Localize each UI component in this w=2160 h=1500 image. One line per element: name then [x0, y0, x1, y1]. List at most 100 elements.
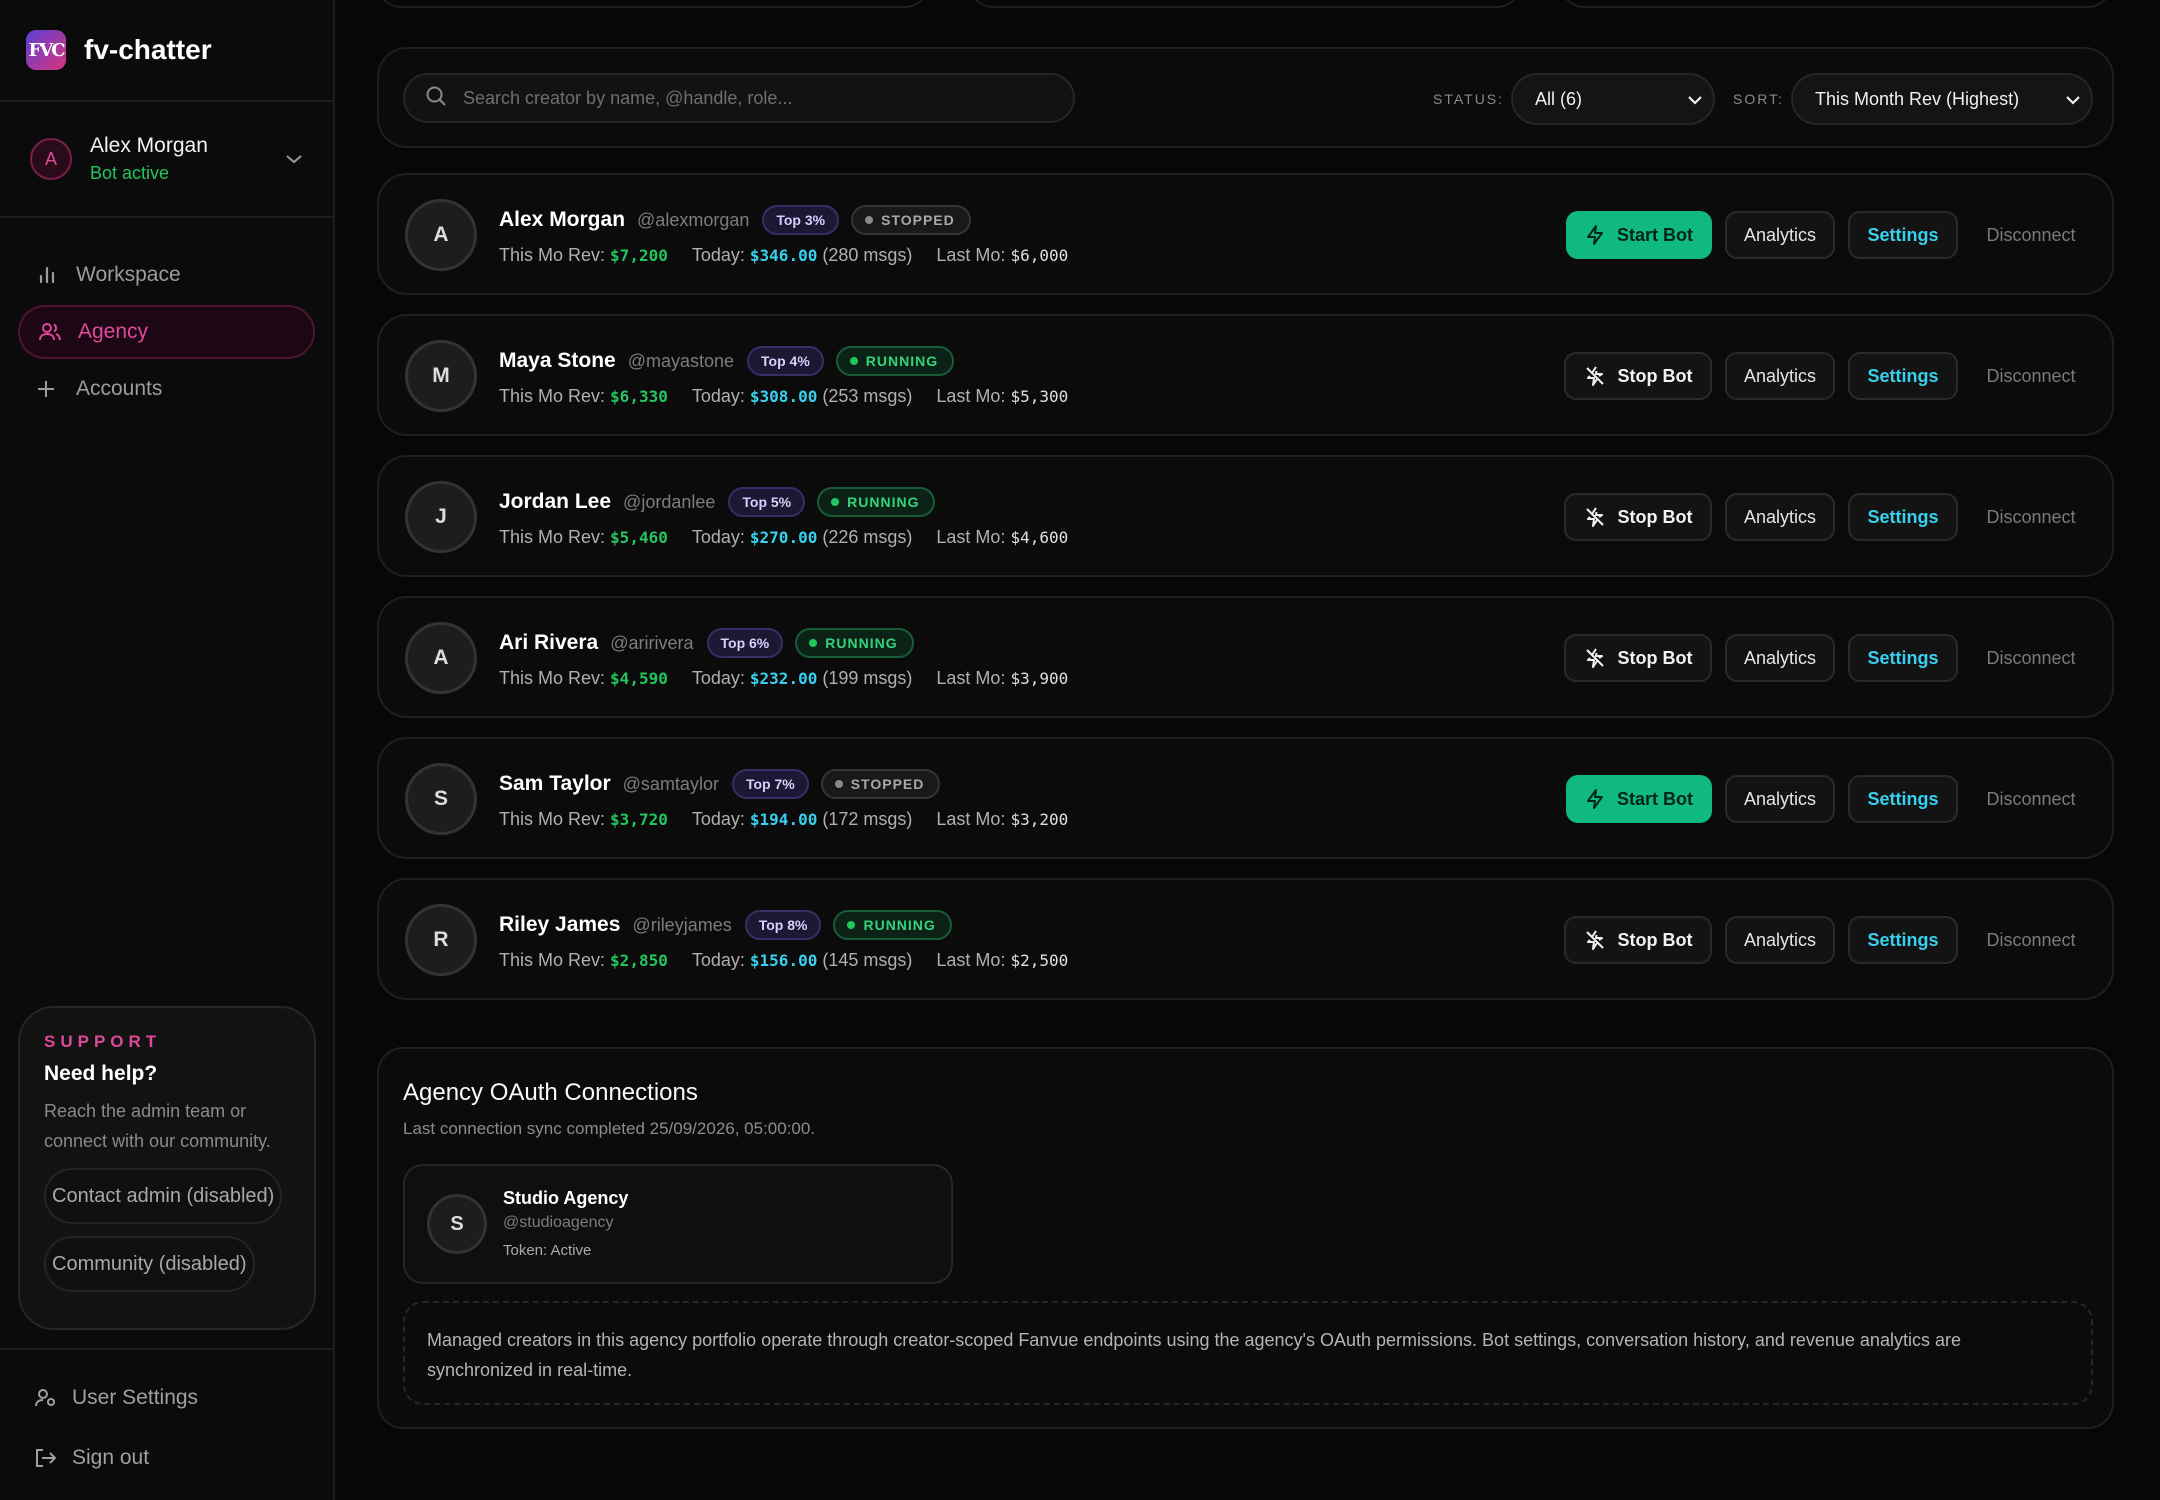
status-badge: STOPPED — [820, 769, 941, 799]
stop-bot-button[interactable]: Stop Bot — [1564, 493, 1712, 541]
app-name: fv-chatter — [84, 34, 212, 65]
start-bot-label: Start Bot — [1617, 224, 1693, 245]
status-text: RUNNING — [847, 494, 920, 510]
support-description: Reach the admin team or connect with our… — [44, 1101, 271, 1151]
today-revenue: $232.00 — [749, 669, 818, 688]
this-month-revenue: $5,460 — [610, 528, 668, 547]
today-label: Today: — [691, 950, 745, 970]
disconnect-button[interactable]: Disconnect — [1976, 634, 2086, 682]
this-month-revenue: $2,850 — [610, 951, 668, 970]
rank-badge: Top 8% — [744, 910, 822, 940]
search-input[interactable] — [463, 87, 1023, 109]
last-month-label: Last Mo: — [936, 386, 1006, 406]
status-dot — [849, 357, 858, 365]
oauth-title: Agency OAuth Connections — [403, 1079, 698, 1106]
start-bot-button[interactable]: Start Bot — [1566, 775, 1712, 823]
settings-button[interactable]: Settings — [1848, 916, 1958, 964]
avatar: A — [405, 622, 477, 694]
message-count: (172 msgs) — [822, 809, 913, 829]
analytics-button[interactable]: Analytics — [1725, 211, 1835, 259]
app-logo: FVC — [26, 30, 66, 70]
status-text: STOPPED — [881, 212, 955, 228]
status-badge: RUNNING — [835, 346, 955, 376]
settings-button[interactable]: Settings — [1848, 634, 1958, 682]
analytics-button[interactable]: Analytics — [1725, 493, 1835, 541]
sign-out-link[interactable]: Sign out — [0, 1428, 333, 1488]
status-badge: RUNNING — [817, 487, 936, 517]
status-badge: STOPPED — [851, 205, 971, 235]
creator-name: Alex Morgan — [499, 208, 626, 231]
oauth-subtitle: Last connection sync completed 25/09/202… — [403, 1119, 816, 1138]
sidebar-item-workspace[interactable]: Workspace — [18, 248, 315, 302]
this-month-revenue: $4,590 — [610, 669, 668, 688]
avatar: A — [405, 199, 477, 271]
chevron-down-icon[interactable] — [285, 149, 303, 170]
start-bot-button[interactable]: Start Bot — [1566, 211, 1712, 259]
status-dot — [831, 498, 840, 506]
stop-bot-button[interactable]: Stop Bot — [1564, 352, 1712, 400]
sign-out-label: Sign out — [72, 1446, 150, 1469]
sidebar-item-agency[interactable]: Agency — [18, 305, 315, 359]
disconnect-button[interactable]: Disconnect — [1976, 493, 2086, 541]
creator-name: Riley James — [499, 913, 621, 936]
settings-button[interactable]: Settings — [1848, 493, 1958, 541]
agency-connection-card[interactable]: S Studio Agency @studioagency Token: Act… — [403, 1164, 953, 1284]
contact-admin-button[interactable]: Contact admin (disabled) — [44, 1168, 283, 1224]
brand[interactable]: FVC fv-chatter — [0, 0, 333, 102]
summary-card — [377, 0, 929, 8]
disconnect-button[interactable]: Disconnect — [1976, 916, 2086, 964]
last-month-revenue: $6,000 — [1010, 246, 1069, 265]
status-badge: RUNNING — [833, 910, 952, 940]
rank-badge: Top 5% — [728, 487, 806, 517]
user-switcher[interactable]: A Alex Morgan Bot active — [0, 102, 333, 218]
user-settings-link[interactable]: User Settings — [0, 1368, 333, 1428]
zap-off-icon — [1584, 647, 1606, 669]
settings-button[interactable]: Settings — [1848, 352, 1958, 400]
stop-bot-label: Stop Bot — [1617, 365, 1693, 386]
last-month-revenue: $3,200 — [1010, 810, 1069, 829]
disconnect-button[interactable]: Disconnect — [1976, 211, 2086, 259]
chevron-down-icon — [2065, 89, 2081, 110]
filter-bar: STATUS: All (6) SORT: This Month Rev (Hi… — [377, 47, 2114, 148]
status-select[interactable]: All (6) — [1511, 73, 1715, 125]
status-badge: RUNNING — [795, 628, 914, 658]
status-text: RUNNING — [825, 635, 898, 651]
this-month-label: This Mo Rev: — [499, 245, 606, 265]
today-label: Today: — [691, 809, 745, 829]
search-field[interactable] — [403, 73, 1075, 123]
analytics-button[interactable]: Analytics — [1725, 916, 1835, 964]
stop-bot-button[interactable]: Stop Bot — [1564, 634, 1712, 682]
plus-icon — [36, 379, 62, 399]
stop-bot-button[interactable]: Stop Bot — [1564, 916, 1712, 964]
analytics-button[interactable]: Analytics — [1725, 634, 1835, 682]
disconnect-button[interactable]: Disconnect — [1976, 352, 2086, 400]
summary-card — [969, 0, 1521, 8]
user-status: Bot active — [90, 163, 170, 183]
sidebar-item-label: Accounts — [76, 377, 163, 400]
analytics-button[interactable]: Analytics — [1725, 352, 1835, 400]
community-button[interactable]: Community (disabled) — [44, 1236, 255, 1292]
support-card: SUPPORT Need help? Reach the admin team … — [18, 1006, 316, 1330]
search-icon — [425, 85, 447, 112]
settings-button[interactable]: Settings — [1848, 211, 1958, 259]
avatar: S — [427, 1194, 487, 1254]
status-text: STOPPED — [850, 776, 925, 792]
creator-handle: @samtaylor — [622, 773, 719, 794]
settings-button[interactable]: Settings — [1848, 775, 1958, 823]
last-month-revenue: $4,600 — [1010, 528, 1069, 547]
summary-card — [1560, 0, 2112, 8]
last-month-label: Last Mo: — [936, 668, 1006, 688]
analytics-button[interactable]: Analytics — [1725, 775, 1835, 823]
today-label: Today: — [691, 527, 745, 547]
sort-select[interactable]: This Month Rev (Highest) — [1791, 73, 2093, 125]
disconnect-button[interactable]: Disconnect — [1976, 775, 2086, 823]
sort-filter-label: SORT: — [1733, 91, 1784, 107]
status-dot — [809, 639, 818, 647]
sidebar-item-accounts[interactable]: Accounts — [18, 362, 315, 416]
this-month-label: This Mo Rev: — [499, 668, 606, 688]
this-month-revenue: $3,720 — [610, 810, 668, 829]
sort-select-value: This Month Rev (Highest) — [1815, 88, 2020, 109]
creator-handle: @mayastone — [627, 350, 735, 371]
this-month-label: This Mo Rev: — [499, 809, 606, 829]
status-select-value: All (6) — [1535, 88, 1583, 109]
